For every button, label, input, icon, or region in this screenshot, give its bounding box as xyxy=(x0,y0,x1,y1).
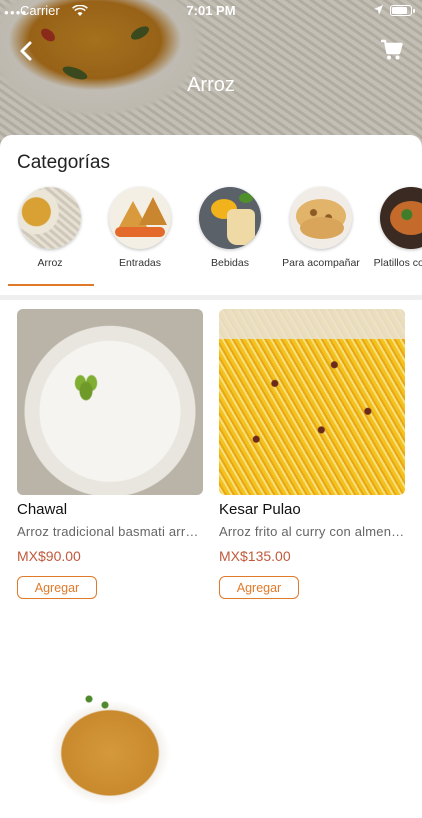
category-label: Bebidas xyxy=(211,257,249,269)
product-name: Chawal xyxy=(17,501,68,518)
category-image xyxy=(109,187,171,249)
category-label: Arroz xyxy=(37,257,63,269)
product-image xyxy=(17,309,203,495)
category-image xyxy=(19,187,81,249)
location-arrow-icon xyxy=(374,5,383,15)
status-bar: ●●●● Carrier 7:01 PM xyxy=(0,0,422,22)
category-label: Platillos cordero xyxy=(373,257,422,269)
category-item-para-acompanar[interactable]: Para acompañar xyxy=(276,185,366,269)
category-label: Para acompañar xyxy=(282,257,360,269)
product-image xyxy=(219,309,405,495)
category-image xyxy=(380,187,422,249)
category-item-bebidas[interactable]: Bebidas xyxy=(185,185,275,269)
category-item-platillos-cordero[interactable]: Platillos cordero xyxy=(366,185,422,269)
product-name: Kesar Pulao xyxy=(219,501,301,518)
product-description: Arroz frito al curry con almendras xyxy=(219,524,405,539)
clock: 7:01 PM xyxy=(186,3,236,18)
content-sheet: Categorías Arroz Entradas Bebidas Para a… xyxy=(0,135,422,818)
category-item-arroz[interactable]: Arroz xyxy=(5,185,95,269)
shopping-cart-icon[interactable] xyxy=(380,38,404,62)
product-card-3[interactable] xyxy=(17,632,203,818)
categories-heading: Categorías xyxy=(17,152,110,173)
selected-category-indicator xyxy=(8,284,94,286)
product-price: MX$90.00 xyxy=(17,548,81,564)
add-to-cart-button[interactable]: Agregar xyxy=(17,576,97,599)
product-price: MX$135.00 xyxy=(219,548,291,564)
category-image xyxy=(290,187,352,249)
category-item-entradas[interactable]: Entradas xyxy=(95,185,185,269)
category-label: Entradas xyxy=(118,257,162,269)
product-card-chawal[interactable]: Chawal Arroz tradicional basmati arroz b… xyxy=(17,309,203,599)
add-to-cart-button[interactable]: Agregar xyxy=(219,576,299,599)
product-card-kesar-pulao[interactable]: Kesar Pulao Arroz frito al curry con alm… xyxy=(219,309,405,599)
back-arrow-icon[interactable] xyxy=(14,38,40,64)
product-description: Arroz tradicional basmati arroz blanco xyxy=(17,524,203,539)
product-image xyxy=(17,632,203,818)
page-title: Arroz xyxy=(187,74,235,96)
section-divider xyxy=(0,295,422,300)
category-image xyxy=(199,187,261,249)
category-carousel[interactable]: Arroz Entradas Bebidas Para acompañar Pl… xyxy=(0,185,422,295)
battery-icon xyxy=(390,5,415,16)
